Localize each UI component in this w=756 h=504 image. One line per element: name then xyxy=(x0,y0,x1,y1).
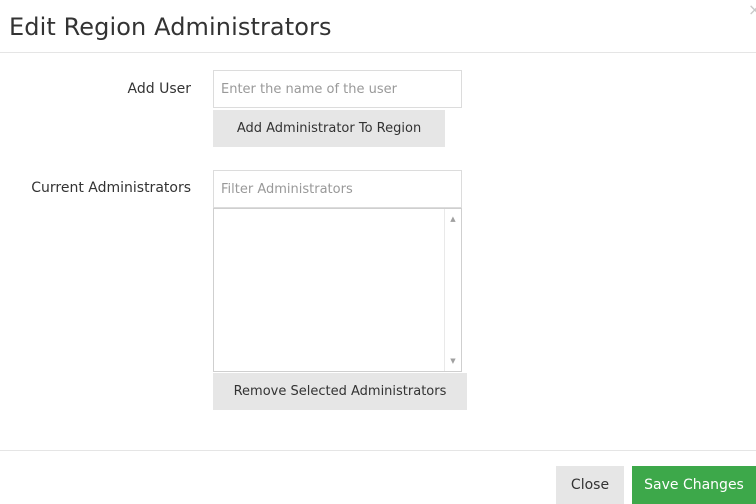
filter-administrators-input[interactable] xyxy=(213,170,462,208)
modal-header: Edit Region Administrators × xyxy=(0,0,756,53)
scroll-up-icon[interactable]: ▲ xyxy=(445,211,461,227)
listbox-scrollbar[interactable]: ▲ ▼ xyxy=(444,209,461,371)
scroll-down-icon[interactable]: ▼ xyxy=(445,353,461,369)
close-icon[interactable]: × xyxy=(748,3,756,17)
add-user-label: Add User xyxy=(127,81,191,97)
edit-region-administrators-dialog: Edit Region Administrators × Add User Ad… xyxy=(0,0,756,504)
add-administrator-button[interactable]: Add Administrator To Region xyxy=(213,110,445,147)
remove-selected-administrators-button[interactable]: Remove Selected Administrators xyxy=(213,373,467,410)
current-administrators-label: Current Administrators xyxy=(31,180,191,196)
modal-title: Edit Region Administrators xyxy=(9,13,332,41)
add-user-input[interactable] xyxy=(213,70,462,108)
close-button[interactable]: Close xyxy=(556,466,624,504)
save-changes-button[interactable]: Save Changes xyxy=(632,466,756,504)
administrators-listbox[interactable]: ▲ ▼ xyxy=(213,208,462,372)
